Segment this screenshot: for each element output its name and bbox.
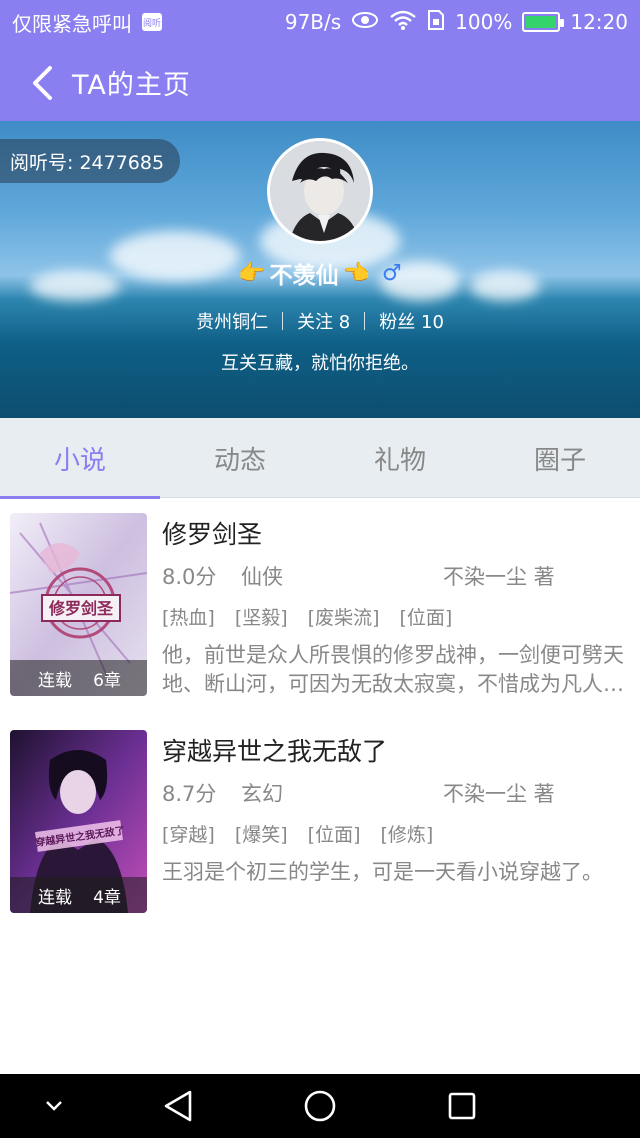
profile-header: 阅听号: 2477685 👉 不羡仙 👈 ♂ 贵州铜仁 关注 8 粉丝 10 互… <box>0 121 640 418</box>
tag: [热血] <box>162 607 215 629</box>
tab-novels[interactable]: 小说 <box>0 418 160 499</box>
clock: 12:20 <box>570 10 628 34</box>
battery-fill <box>526 16 557 28</box>
tag: [废柴流] <box>307 607 380 629</box>
page-title: TA的主页 <box>72 70 191 101</box>
book-genre: 玄幻 <box>241 782 283 806</box>
tag: [修炼] <box>380 824 434 846</box>
bio: 互关互藏，就怕你拒绝。 <box>221 353 419 374</box>
book-cover[interactable]: 修罗剑圣 连载 6章 <box>10 513 147 696</box>
book-title[interactable]: 穿越异世之我无敌了 <box>162 732 387 768</box>
chevron-left-icon <box>33 65 52 100</box>
back-nav-button[interactable] <box>156 1074 200 1138</box>
male-gender-icon: ♂ <box>382 260 402 286</box>
eye-icon <box>351 10 379 35</box>
network-speed: 97B/s <box>284 10 342 34</box>
tab-gifts[interactable]: 礼物 <box>320 418 480 498</box>
tag: [穿越] <box>162 824 215 846</box>
top-app-bar: TA的主页 <box>0 44 640 121</box>
tab-activity[interactable]: 动态 <box>160 418 320 498</box>
serial-status: 连载 <box>38 887 72 908</box>
recents-nav-button[interactable] <box>440 1074 484 1138</box>
carrier-text: 仅限紧急呼叫 <box>12 11 132 36</box>
chevron-down-icon <box>46 1101 62 1111</box>
location: 贵州铜仁 <box>196 312 269 333</box>
status-bar: 仅限紧急呼叫 阅听 97B/s 100% 12:20 <box>0 0 640 44</box>
tag: [爆笑] <box>234 824 288 846</box>
book-cover[interactable]: 穿越异世之我无敌了 连载 4章 <box>10 730 147 913</box>
serial-status: 连载 <box>38 670 72 691</box>
sim-icon <box>427 9 445 36</box>
book-list-item[interactable]: 穿越异世之我无敌了 连载 4章 穿越异世之我无敌了 8.7分 玄幻 不染一尘 著… <box>0 730 640 920</box>
tab-circles[interactable]: 圈子 <box>480 418 640 498</box>
circle-home-icon <box>304 1090 336 1122</box>
book-title[interactable]: 修罗剑圣 <box>162 515 262 551</box>
hide-navbar-button[interactable] <box>36 1074 72 1138</box>
cover-status-bar: 连载 6章 <box>10 660 147 696</box>
tag: [位面] <box>399 607 453 629</box>
nickname-row: 👉 不羡仙 👈 ♂ <box>0 256 640 290</box>
book-author: 不染一尘 著 <box>443 565 555 589</box>
followers-count[interactable]: 粉丝 10 <box>379 308 444 334</box>
book-author: 不染一尘 著 <box>443 782 555 806</box>
status-bar-left: 仅限紧急呼叫 阅听 <box>12 8 162 37</box>
svg-text:修罗剑圣: 修罗剑圣 <box>48 599 114 618</box>
wifi-icon <box>389 9 417 36</box>
divider <box>364 312 366 330</box>
book-tags: [穿越] [爆笑] [位面] [修炼] <box>162 820 433 847</box>
book-score: 8.7分 <box>162 782 217 806</box>
status-bar-right: 97B/s 100% 12:20 <box>285 9 628 36</box>
profile-meta: 贵州铜仁 关注 8 粉丝 10 <box>0 308 640 334</box>
profile-tabs: 小说 动态 礼物 圈子 <box>0 418 640 499</box>
cover-status-bar: 连载 4章 <box>10 877 147 913</box>
pointing-right-icon: 👉 <box>238 260 266 286</box>
avatar[interactable] <box>267 138 373 244</box>
square-recents-icon <box>448 1092 476 1120</box>
reader-id-badge: 阅听号: 2477685 <box>0 139 181 183</box>
chapter-count: 6章 <box>93 670 121 691</box>
book-tags: [热血] [坚毅] [废柴流] [位面] <box>162 603 452 630</box>
book-description: 他，前世是众人所畏惧的修罗战神，一剑便可劈天地、断山河，可因为无敌太寂寞，不惜成… <box>162 643 624 696</box>
triangle-back-icon <box>164 1090 192 1122</box>
system-navigation-bar <box>0 1074 640 1138</box>
tag: [坚毅] <box>234 607 288 629</box>
book-genre: 仙侠 <box>241 565 283 589</box>
nickname: 不羡仙 <box>269 263 339 289</box>
book-list-item[interactable]: 修罗剑圣 连载 6章 修罗剑圣 8.0分 仙侠 不染一尘 著 [热血] [坚毅]… <box>0 513 640 703</box>
book-score: 8.0分 <box>162 565 217 589</box>
battery-icon <box>522 12 565 32</box>
pointing-left-icon: 👈 <box>342 260 371 286</box>
tag: [位面] <box>307 824 361 846</box>
book-description: 王羽是个初三的学生，可是一天看小说穿越了。 <box>162 860 603 884</box>
back-button[interactable] <box>22 63 62 103</box>
divider <box>282 312 284 330</box>
battery-percent: 100% <box>455 10 513 34</box>
chapter-count: 4章 <box>93 887 121 908</box>
following-count[interactable]: 关注 8 <box>297 308 350 334</box>
home-nav-button[interactable] <box>298 1074 342 1138</box>
app-notification-icon: 阅听 <box>142 13 162 31</box>
